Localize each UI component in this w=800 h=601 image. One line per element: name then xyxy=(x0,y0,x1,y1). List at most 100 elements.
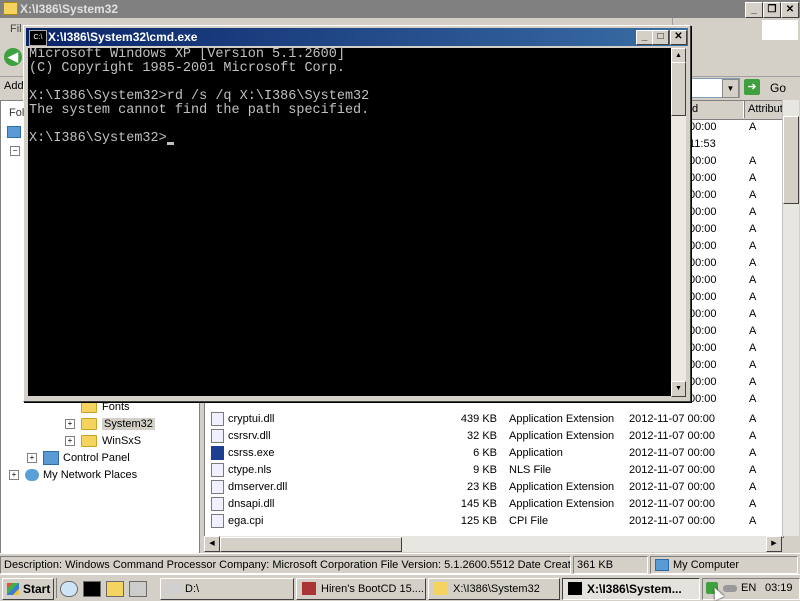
close-button[interactable]: ✕ xyxy=(781,2,799,18)
console-text: The system cannot find the path specifie… xyxy=(29,103,370,118)
computer-icon xyxy=(655,559,669,571)
minimize-button[interactable]: _ xyxy=(745,2,763,18)
folder-icon xyxy=(81,435,97,448)
file-icon xyxy=(211,514,224,529)
disk-icon[interactable] xyxy=(129,581,147,597)
tree-item-winsxs[interactable]: + WinSxS xyxy=(65,433,141,449)
size-cell: 439 KB xyxy=(460,413,497,425)
maximize-button[interactable]: □ xyxy=(652,30,669,45)
start-button[interactable]: Start xyxy=(2,578,54,600)
folder-icon xyxy=(3,2,18,15)
console-line: Microsoft Windows XP [Version 5.1.2600] xyxy=(29,48,345,62)
date-cell: 2012-11-07 00:00 xyxy=(629,430,716,442)
name-cell: ctype.nls xyxy=(211,462,271,479)
scroll-left-icon[interactable]: ◀ xyxy=(204,536,220,552)
taskbar-button[interactable]: D:\ xyxy=(160,578,294,600)
date-cell: 00:00 xyxy=(689,308,717,320)
table-row[interactable]: ctype.nls 9 KB NLS File 2012-11-07 00:00 A xyxy=(205,462,783,479)
column-header-attributes[interactable]: Attribut xyxy=(743,101,783,118)
file-name: ega.cpi xyxy=(228,515,264,527)
cmd-title-bar[interactable]: C:\ X:\I386\System32\cmd.exe _ □ ✕ xyxy=(26,28,688,46)
clock[interactable]: 03:19 xyxy=(765,582,793,594)
chevron-down-icon[interactable]: ▼ xyxy=(722,79,739,98)
attr-cell: A xyxy=(749,172,757,184)
attr-cell: A xyxy=(749,376,757,388)
table-row[interactable]: ega.cpi 125 KB CPI File 2012-11-07 00:00 A xyxy=(205,513,783,530)
minimize-button[interactable]: _ xyxy=(636,30,653,45)
type-cell: CPI File xyxy=(509,515,549,527)
date-cell: 00:00 xyxy=(689,206,717,218)
attr-cell: A xyxy=(749,240,757,252)
back-button[interactable]: ◀ xyxy=(4,48,22,66)
taskbar-button[interactable]: Hiren's BootCD 15.... xyxy=(296,578,426,600)
scroll-thumb[interactable] xyxy=(783,116,799,204)
size-cell: 23 KB xyxy=(467,481,497,493)
hscroll-thumb[interactable] xyxy=(220,537,402,552)
menu-file[interactable]: Fil xyxy=(10,23,22,35)
attr-cell: A xyxy=(749,498,757,510)
date-cell: 00:00 xyxy=(689,342,717,354)
attr-cell: A xyxy=(749,430,757,442)
go-button[interactable]: ➜ Go xyxy=(744,78,794,98)
console-output[interactable]: Microsoft Windows XP [Version 5.1.2600](… xyxy=(28,48,671,396)
collapse-icon[interactable]: − xyxy=(10,146,20,156)
type-cell: Application Extension xyxy=(509,413,615,425)
language-indicator[interactable]: EN xyxy=(741,582,756,594)
folder-icon xyxy=(81,418,97,431)
horizontal-scrollbar[interactable]: ◀ ▶ xyxy=(204,536,782,552)
status-zone: My Computer xyxy=(650,556,798,574)
task-icon xyxy=(568,582,582,595)
attr-cell: A xyxy=(749,274,757,286)
restore-button[interactable]: ❐ xyxy=(763,2,781,18)
date-cell: 00:00 xyxy=(689,121,717,133)
console-icon[interactable] xyxy=(83,581,101,597)
name-cell: csrsrv.dll xyxy=(211,428,271,445)
go-label: Go xyxy=(770,81,787,95)
name-cell: cryptui.dll xyxy=(211,411,274,428)
type-cell: Application Extension xyxy=(509,430,615,442)
cmd-scroll-thumb[interactable] xyxy=(671,62,686,116)
vertical-scrollbar[interactable] xyxy=(782,100,799,536)
taskbar-button[interactable]: X:\I386\System32 xyxy=(428,578,560,600)
attr-cell: A xyxy=(749,155,757,167)
table-row[interactable]: csrss.exe 6 KB Application 2012-11-07 00:00… xyxy=(205,445,783,462)
expand-icon[interactable]: + xyxy=(65,419,75,430)
tree-item-control-panel[interactable]: + Control Panel xyxy=(27,450,130,466)
console-text: Microsoft Windows XP [Version 5.1.2600] xyxy=(29,47,345,62)
column-header-date[interactable]: d xyxy=(687,101,745,118)
tree-item-system32[interactable]: + System32 xyxy=(65,416,155,432)
file-name: csrsrv.dll xyxy=(228,430,271,442)
cmd-vertical-scrollbar[interactable]: ▲ ▼ xyxy=(671,48,686,397)
status-description: Description: Windows Command Processor C… xyxy=(0,556,571,574)
scroll-down-icon[interactable]: ▼ xyxy=(671,381,686,397)
expand-icon[interactable]: + xyxy=(9,470,19,481)
table-row[interactable]: dmserver.dll 23 KB Application Extension 20… xyxy=(205,479,783,496)
task-label: X:\I386\System32 xyxy=(453,583,540,595)
folder-icon xyxy=(81,401,97,414)
table-row[interactable]: dnsapi.dll 145 KB Application Extension 201… xyxy=(205,496,783,513)
tree-item-network[interactable]: + My Network Places xyxy=(9,467,137,483)
console-line: The system cannot find the path specifie… xyxy=(29,104,369,118)
name-cell: ega.cpi xyxy=(211,513,263,530)
file-icon xyxy=(211,480,224,495)
type-cell: Application xyxy=(509,447,563,459)
attr-cell: A xyxy=(749,308,757,320)
expand-icon[interactable]: + xyxy=(65,436,75,447)
scroll-right-icon[interactable]: ▶ xyxy=(766,536,782,552)
name-cell: dnsapi.dll xyxy=(211,496,274,513)
table-row[interactable]: csrsrv.dll 32 KB Application Extension 2012… xyxy=(205,428,783,445)
task-icon xyxy=(166,582,180,595)
drive-icon[interactable] xyxy=(723,585,737,592)
table-row[interactable]: cryptui.dll 439 KB Application Extension 20… xyxy=(205,411,783,428)
cmd-window[interactable]: C:\ X:\I386\System32\cmd.exe _ □ ✕ Micro… xyxy=(23,25,691,402)
control-panel-icon xyxy=(43,451,59,466)
windows-logo-icon xyxy=(7,583,19,595)
taskbar-button[interactable]: X:\I386\System... xyxy=(562,578,700,600)
ie-icon[interactable] xyxy=(60,581,78,597)
network-icon xyxy=(25,469,39,482)
folder-icon[interactable] xyxy=(106,581,124,597)
date-cell: 00:00 xyxy=(689,155,717,167)
expand-icon[interactable]: + xyxy=(27,453,37,464)
close-button[interactable]: ✕ xyxy=(670,30,687,45)
explorer-title-bar[interactable]: X:\I386\System32 _ ❐ ✕ xyxy=(0,0,800,18)
